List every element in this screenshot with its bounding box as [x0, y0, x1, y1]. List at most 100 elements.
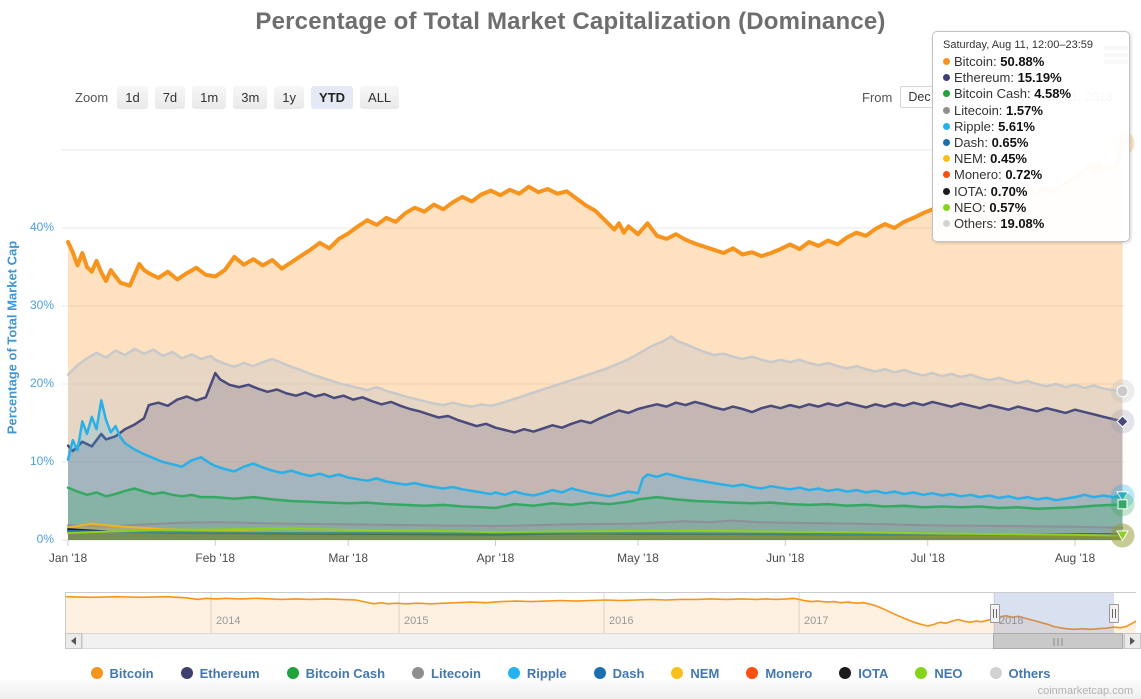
navigator-year-label: 2015 — [404, 615, 428, 627]
tooltip-dot-icon — [943, 155, 950, 162]
zoom-button-1y[interactable]: 1y — [274, 86, 304, 109]
x-axis-tick-label: Feb '18 — [180, 551, 250, 565]
legend-item-label: Ripple — [527, 666, 567, 681]
tooltip-row-iota: IOTA: 0.70% — [943, 184, 1119, 200]
x-axis-tick-label: Jan '18 — [33, 551, 103, 565]
zoom-button-1d[interactable]: 1d — [117, 86, 147, 109]
legend-item-label: Dash — [613, 666, 645, 681]
navigator[interactable]: 20142015201620172018 — [65, 592, 1136, 633]
tooltip-row-ethereum: Ethereum: 15.19% — [943, 70, 1119, 86]
tooltip-dot-icon — [943, 123, 950, 130]
legend-item-label: Litecoin — [431, 666, 481, 681]
legend-item-neo[interactable]: NEO — [915, 666, 962, 681]
legend-item-label: NEM — [690, 666, 719, 681]
legend-dot-icon — [839, 667, 851, 679]
tooltip-dot-icon — [943, 204, 950, 211]
x-axis-tick-label: Aug '18 — [1040, 551, 1110, 565]
dominance-chart: Percentage of Total Market Capitalizatio… — [0, 0, 1141, 699]
legend-item-litecoin[interactable]: Litecoin — [412, 666, 481, 681]
tooltip: Saturday, Aug 11, 12:00–23:59 Bitcoin: 5… — [932, 31, 1130, 242]
tooltip-row-ripple: Ripple: 5.61% — [943, 119, 1119, 135]
tooltip-row-neo: NEO: 0.57% — [943, 200, 1119, 216]
legend-item-dash[interactable]: Dash — [594, 666, 645, 681]
legend-item-label: Bitcoin Cash — [306, 666, 385, 681]
tooltip-dot-icon — [943, 188, 950, 195]
legend-dot-icon — [671, 667, 683, 679]
legend-item-nem[interactable]: NEM — [671, 666, 719, 681]
legend-item-label: NEO — [934, 666, 962, 681]
legend-item-label: Monero — [765, 666, 812, 681]
navigator-left-handle[interactable] — [990, 604, 1000, 623]
tooltip-dot-icon — [943, 171, 950, 178]
tooltip-row-nem: NEM: 0.45% — [943, 151, 1119, 167]
zoom-label: Zoom — [75, 90, 108, 105]
right-arrow-icon — [1130, 637, 1135, 645]
legend-dot-icon — [91, 667, 103, 679]
legend-item-monero[interactable]: Monero — [746, 666, 812, 681]
navigator-right-handle[interactable] — [1109, 604, 1119, 623]
legend-dot-icon — [508, 667, 520, 679]
zoom-button-7d[interactable]: 7d — [155, 86, 185, 109]
tooltip-dot-icon — [943, 107, 950, 114]
scrollbar-track[interactable] — [82, 633, 1124, 649]
x-axis-tick-label: May '18 — [603, 551, 673, 565]
legend-dot-icon — [746, 667, 758, 679]
tooltip-dot-icon — [943, 58, 950, 65]
bitcoin-cash-last-point-marker — [1118, 500, 1127, 509]
navigator-year-label: 2014 — [216, 615, 240, 627]
x-axis-tick-label: Mar '18 — [313, 551, 383, 565]
tooltip-row-bitcoin: Bitcoin: 50.88% — [943, 54, 1119, 70]
zoom-button-1m[interactable]: 1m — [192, 86, 226, 109]
zoom-button-3m[interactable]: 3m — [233, 86, 267, 109]
legend-item-others[interactable]: Others — [990, 666, 1051, 681]
others-last-point-marker — [1117, 386, 1128, 397]
legend-item-label: Ethereum — [200, 666, 260, 681]
navigator-selected-range[interactable] — [994, 593, 1114, 633]
tooltip-row-litecoin: Litecoin: 1.57% — [943, 103, 1119, 119]
tooltip-header: Saturday, Aug 11, 12:00–23:59 — [943, 39, 1119, 51]
tooltip-row-dash: Dash: 0.65% — [943, 135, 1119, 151]
scrollbar-right-arrow[interactable] — [1124, 633, 1141, 649]
legend-item-iota[interactable]: IOTA — [839, 666, 888, 681]
zoom-toolbar: Zoom 1d 7d 1m 3m 1y YTD ALL — [75, 85, 406, 109]
x-axis-tick-label: Jul '18 — [893, 551, 963, 565]
legend-item-label: Others — [1009, 666, 1051, 681]
y-axis-title: Percentage of Total Market Cap — [5, 188, 20, 488]
thumb-grip-icon — [1054, 638, 1063, 646]
tooltip-row-monero: Monero: 0.72% — [943, 167, 1119, 183]
legend-item-bitcoin[interactable]: Bitcoin — [91, 666, 154, 681]
legend-item-bitcoin-cash[interactable]: Bitcoin Cash — [287, 666, 385, 681]
legend-dot-icon — [915, 667, 927, 679]
legend-item-ethereum[interactable]: Ethereum — [181, 666, 260, 681]
scrollbar-thumb[interactable] — [993, 633, 1123, 649]
legend-dot-icon — [287, 667, 299, 679]
zoom-button-ytd[interactable]: YTD — [311, 86, 353, 109]
tooltip-row-bitcoin-cash: Bitcoin Cash: 4.58% — [943, 86, 1119, 102]
zoom-button-group: 1d 7d 1m 3m 1y YTD ALL — [117, 86, 406, 109]
x-axis-tick-label: Apr '18 — [461, 551, 531, 565]
tooltip-dot-icon — [943, 139, 950, 146]
legend-dot-icon — [181, 667, 193, 679]
tooltip-dot-icon — [943, 74, 950, 81]
legend-item-label: IOTA — [858, 666, 888, 681]
y-axis-tick-label: 0% — [8, 532, 54, 546]
legend: Bitcoin Ethereum Bitcoin Cash Litecoin Rippl… — [0, 660, 1141, 686]
zoom-button-all[interactable]: ALL — [360, 86, 399, 109]
watermark: coinmarketcap.com — [1038, 685, 1133, 697]
from-label: From — [862, 90, 892, 105]
left-arrow-icon — [71, 637, 76, 645]
legend-dot-icon — [990, 667, 1002, 679]
legend-dot-icon — [412, 667, 424, 679]
x-axis-tick-label: Jun '18 — [750, 551, 820, 565]
tooltip-rows: Bitcoin: 50.88%Ethereum: 15.19%Bitcoin C… — [943, 54, 1119, 232]
tooltip-dot-icon — [943, 90, 950, 97]
tooltip-dot-icon — [943, 220, 950, 227]
scrollbar — [65, 633, 1141, 649]
legend-item-ripple[interactable]: Ripple — [508, 666, 567, 681]
legend-item-label: Bitcoin — [110, 666, 154, 681]
scrollbar-left-arrow[interactable] — [65, 633, 82, 649]
navigator-canvas — [66, 593, 1136, 633]
navigator-year-label: 2016 — [609, 615, 633, 627]
tooltip-row-others: Others: 19.08% — [943, 216, 1119, 232]
legend-dot-icon — [594, 667, 606, 679]
